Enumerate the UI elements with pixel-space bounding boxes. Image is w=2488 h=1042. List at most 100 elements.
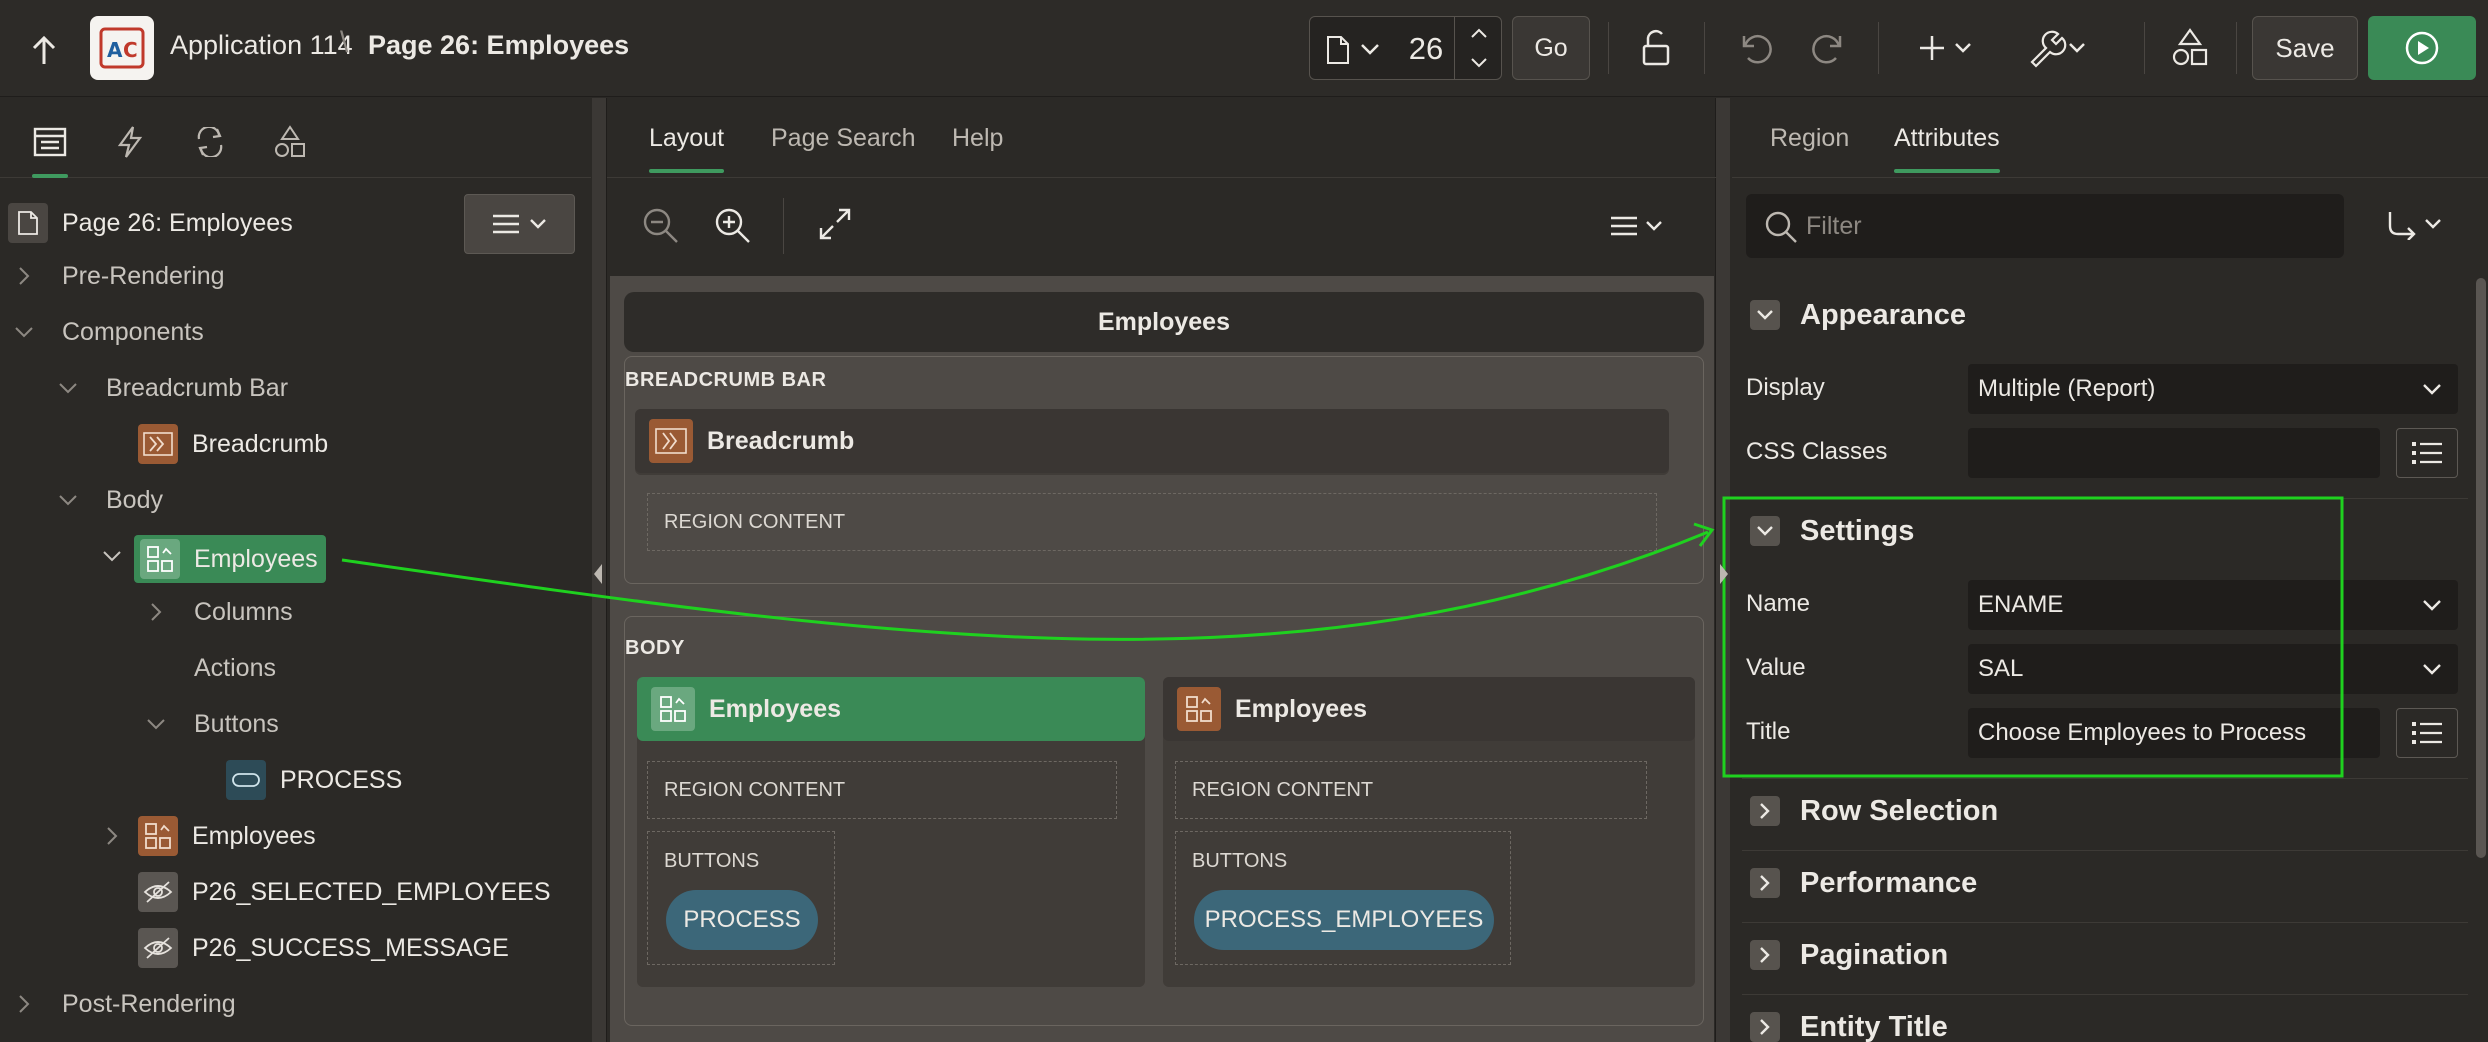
tree-node-page[interactable]: Page 26: Employees [8,198,293,248]
group-pagination[interactable]: Pagination [1742,924,2468,986]
employees-region-selected[interactable]: Employees REGION CONTENT BUTTONS PROCESS [637,677,1145,987]
tree-node-label: Columns [194,597,293,626]
group-row-selection[interactable]: Row Selection [1742,780,2468,842]
css-classes-list-button[interactable] [2396,428,2458,478]
buttons-slot[interactable]: BUTTONS PROCESS_EMPLOYEES [1175,831,1511,965]
tree-node-columns[interactable]: Columns [194,587,293,637]
create-menu-icon[interactable] [1920,28,1980,68]
chevron-down-icon[interactable] [12,320,36,344]
chevron-down-icon[interactable] [56,488,80,512]
group-appearance[interactable]: Appearance [1742,284,2468,346]
divider [1608,22,1609,74]
title-input[interactable]: Choose Employees to Process [1968,708,2380,758]
layout-toolbar [607,178,1733,274]
value-select[interactable]: SAL [1968,644,2458,694]
tab-attributes[interactable]: Attributes [1894,124,2000,173]
title-list-button[interactable] [2396,708,2458,758]
tree-node-actions[interactable]: Actions [194,643,276,693]
go-to-group-icon[interactable] [2386,210,2448,240]
display-select[interactable]: Multiple (Report) [1968,364,2458,414]
tree-node-buttons[interactable]: Buttons [194,699,279,749]
region-content-slot[interactable]: REGION CONTENT [647,493,1657,551]
chevron-right-icon[interactable] [100,824,124,848]
chevron-right-icon[interactable] [12,264,36,288]
group-entity-title[interactable]: Entity Title [1742,996,2468,1042]
go-button[interactable]: Go [1512,16,1590,80]
filter-input[interactable] [1806,194,2326,258]
undo-icon[interactable] [1738,28,1774,68]
tab-processing[interactable] [188,120,232,164]
zoom-in-icon[interactable] [713,206,753,246]
tree-node-body[interactable]: Body [106,475,163,525]
tree-node-label: Employees [192,821,316,850]
tab-shared-components[interactable] [268,120,312,164]
chevron-right-icon[interactable] [12,992,36,1016]
redo-icon[interactable] [1810,28,1846,68]
tree-node-post-rendering[interactable]: Post-Rendering [62,979,236,1029]
filter-field[interactable] [1746,194,2344,258]
save-button[interactable]: Save [2252,16,2358,80]
chevron-right-icon [1750,868,1780,898]
chevron-down-icon[interactable] [100,544,124,568]
hidden-item-icon [138,872,178,912]
tree-node-components[interactable]: Components [62,307,204,357]
tree-node-process[interactable]: PROCESS [226,755,402,805]
body-position[interactable]: BODY Employees REGION CONTENT BUTTONS PR… [624,616,1704,1026]
employees-region-2[interactable]: Employees REGION CONTENT BUTTONS PROCESS… [1163,677,1695,987]
tab-dynamic-actions[interactable] [108,120,152,164]
region-content-slot[interactable]: REGION CONTENT [647,761,1117,819]
chevron-down-icon[interactable] [56,376,80,400]
tree-node-success-message[interactable]: P26_SUCCESS_MESSAGE [138,923,509,973]
tree-node-employees-2[interactable]: Employees [138,811,316,861]
breadcrumb-region[interactable]: Breadcrumb [635,409,1669,475]
buttons-slot[interactable]: BUTTONS PROCESS [647,831,835,965]
scrollbar[interactable] [2476,278,2486,858]
page-number-input[interactable]: 26 [1400,31,1452,67]
process-employees-button[interactable]: PROCESS_EMPLOYEES [1194,890,1494,950]
tree-node-breadcrumb-bar[interactable]: Breadcrumb Bar [106,363,288,413]
run-button[interactable] [2368,16,2476,80]
chevron-up-icon[interactable] [1470,27,1488,39]
tree-node-label: P26_SUCCESS_MESSAGE [192,933,509,962]
group-settings[interactable]: Settings [1742,500,2468,562]
tab-region[interactable]: Region [1770,124,1849,153]
tab-rendering[interactable] [28,120,72,178]
tree-menu-button[interactable] [464,194,575,254]
name-select[interactable]: ENAME [1968,580,2458,630]
chevron-down-icon[interactable] [1360,43,1380,55]
wrench-icon[interactable] [2028,28,2092,68]
breadcrumb-icon [138,424,178,464]
up-arrow-icon[interactable] [24,30,64,70]
shared-components-icon[interactable] [2170,28,2210,68]
zoom-out-icon[interactable] [641,206,681,246]
svg-text:A: A [107,38,123,62]
tab-help[interactable]: Help [952,124,1003,153]
left-splitter[interactable] [592,98,606,1042]
app-name[interactable]: Application 114 [170,30,353,61]
group-title: Pagination [1800,938,1949,971]
expand-icon[interactable] [817,206,853,242]
tree-node-employees-selected[interactable]: Employees [140,534,318,584]
page-selector[interactable]: 26 [1309,16,1502,80]
display-value: Multiple (Report) [1978,375,2156,402]
layout-menu-icon[interactable] [1611,214,1667,238]
play-icon [2404,30,2440,66]
tab-layout[interactable]: Layout [649,124,725,173]
tree-node-pre-rendering[interactable]: Pre-Rendering [62,251,225,301]
breadcrumb-bar-position[interactable]: BREADCRUMB BAR Breadcrumb REGION CONTENT [624,356,1704,584]
app-logo[interactable]: AC [90,16,154,80]
chevron-right-icon[interactable] [144,600,168,624]
group-performance[interactable]: Performance [1742,852,2468,914]
tree-node-breadcrumb[interactable]: Breadcrumb [138,419,328,469]
chevron-down-small-icon[interactable] [1470,57,1488,69]
tree-node-label: PROCESS [280,765,403,794]
tab-page-search[interactable]: Page Search [771,124,916,153]
region-content-slot[interactable]: REGION CONTENT [1175,761,1647,819]
process-button[interactable]: PROCESS [666,890,818,950]
css-classes-input[interactable] [1968,428,2380,478]
chevron-down-icon [1750,516,1780,546]
chevron-down-icon[interactable] [144,712,168,736]
unlock-icon[interactable] [1638,28,1674,68]
group-title: Entity Title [1800,1010,1948,1042]
tree-node-selected-employees[interactable]: P26_SELECTED_EMPLOYEES [138,867,551,917]
